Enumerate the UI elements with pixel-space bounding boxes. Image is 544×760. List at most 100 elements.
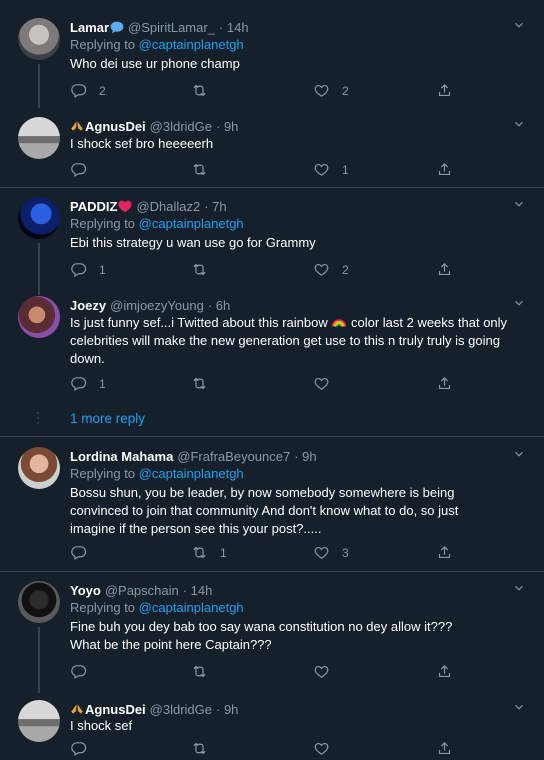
heart-icon <box>313 663 330 680</box>
reply-button[interactable] <box>70 740 99 757</box>
heart-icon <box>313 161 330 178</box>
retweet-button[interactable] <box>191 261 220 278</box>
handle[interactable]: @3ldridGe <box>150 702 212 717</box>
like-button[interactable] <box>313 740 342 757</box>
thread-dots <box>36 409 40 427</box>
display-name[interactable]: Joezy <box>70 298 106 313</box>
retweet-button[interactable] <box>191 375 220 392</box>
timestamp[interactable]: · 14h <box>219 20 249 35</box>
reply-button[interactable] <box>70 663 99 680</box>
share-button[interactable] <box>436 663 453 680</box>
display-name[interactable]: AgnusDei <box>85 119 146 134</box>
retweet-button[interactable] <box>191 663 220 680</box>
handle[interactable]: @Papschain <box>105 583 179 598</box>
tweet-paddiz[interactable]: PADDIZ @Dhallaz2 · 7h Replying to @capta… <box>0 197 544 281</box>
avatar[interactable] <box>18 296 60 338</box>
divider <box>0 187 544 188</box>
share-icon <box>436 161 453 178</box>
chevron-down-icon[interactable] <box>512 447 526 461</box>
tweet-actions <box>70 740 524 758</box>
avatar[interactable] <box>18 447 60 489</box>
timestamp[interactable]: · 9h <box>216 702 238 717</box>
share-button[interactable] <box>436 740 453 757</box>
retweet-icon <box>191 82 208 99</box>
avatar[interactable] <box>18 197 60 239</box>
handle[interactable]: @FrafraBeyounce7 <box>177 449 290 464</box>
timestamp[interactable]: · 14h <box>183 583 213 598</box>
like-button[interactable]: 3 <box>313 544 349 561</box>
avatar[interactable] <box>18 117 60 159</box>
avatar[interactable] <box>18 700 60 742</box>
retweet-button[interactable] <box>191 740 220 757</box>
tweet-header: AgnusDei @3ldridGe · 9h <box>70 700 504 718</box>
mention-link[interactable]: @captainplanetgh <box>139 600 244 615</box>
handle[interactable]: @Dhallaz2 <box>136 199 200 214</box>
avatar[interactable] <box>18 18 60 60</box>
share-button[interactable] <box>436 82 453 99</box>
like-button[interactable]: 2 <box>313 261 349 278</box>
retweet-button[interactable] <box>191 161 220 178</box>
like-button[interactable]: 1 <box>313 161 349 178</box>
tweet-actions <box>70 663 524 681</box>
share-button[interactable] <box>436 375 453 392</box>
chevron-down-icon[interactable] <box>512 296 526 310</box>
handle[interactable]: @imjoezyYoung <box>110 298 204 313</box>
reply-icon <box>70 82 87 99</box>
tweet-lordina-mahama[interactable]: Lordina Mahama @FrafraBeyounce7 · 9h Rep… <box>0 447 544 565</box>
reply-button[interactable]: 2 <box>70 82 106 99</box>
tweet-header: Yoyo @Papschain · 14h <box>70 581 504 599</box>
chevron-down-icon[interactable] <box>512 117 526 131</box>
share-icon <box>436 82 453 99</box>
like-button[interactable] <box>313 375 342 392</box>
avatar[interactable] <box>18 581 60 623</box>
reply-button[interactable]: 1 <box>70 261 106 278</box>
chevron-down-icon[interactable] <box>512 197 526 211</box>
retweet-button[interactable]: 1 <box>191 544 227 561</box>
show-more-replies-link[interactable]: 1 more reply <box>70 411 145 426</box>
tweet-text: Ebi this strategy u wan use go for Gramm… <box>70 235 316 250</box>
mention-link[interactable]: @captainplanetgh <box>139 216 244 231</box>
tweet-text: I shock sef bro heeeeerh <box>70 136 214 151</box>
like-button[interactable] <box>313 663 342 680</box>
praying-hands-icon <box>70 120 84 132</box>
like-button[interactable]: 2 <box>313 82 349 99</box>
timestamp[interactable]: · 9h <box>294 449 316 464</box>
heart-icon <box>313 740 330 757</box>
display-name[interactable]: AgnusDei <box>85 702 146 717</box>
display-name[interactable]: Yoyo <box>70 583 101 598</box>
retweet-icon <box>191 663 208 680</box>
mention-link[interactable]: @captainplanetgh <box>139 37 244 52</box>
display-name[interactable]: PADDIZ <box>70 199 117 214</box>
reply-button[interactable] <box>70 544 99 561</box>
chevron-down-icon[interactable] <box>512 700 526 714</box>
reply-icon <box>70 375 87 392</box>
retweet-icon <box>191 740 208 757</box>
tweet-agnusdei[interactable]: AgnusDei @3ldridGe · 9h I shock sef bro … <box>0 117 544 177</box>
share-button[interactable] <box>436 261 453 278</box>
chevron-down-icon[interactable] <box>512 581 526 595</box>
tweet-yoyo[interactable]: Yoyo @Papschain · 14h Replying to @capta… <box>0 581 544 681</box>
replying-to: Replying to @captainplanetgh <box>70 216 244 231</box>
timestamp[interactable]: · 7h <box>204 199 226 214</box>
mention-link[interactable]: @captainplanetgh <box>139 466 244 481</box>
reply-button[interactable] <box>70 161 99 178</box>
timestamp[interactable]: · 6h <box>208 298 230 313</box>
retweet-button[interactable] <box>191 82 220 99</box>
reply-icon <box>70 161 87 178</box>
tweet-lamar[interactable]: Lamar @SpiritLamar_ · 14h Replying to @c… <box>0 18 544 104</box>
display-name[interactable]: Lamar <box>70 20 109 35</box>
chevron-down-icon[interactable] <box>512 18 526 32</box>
display-name[interactable]: Lordina Mahama <box>70 449 173 464</box>
handle[interactable]: @SpiritLamar_ <box>128 20 215 35</box>
thread-line <box>38 64 40 108</box>
reply-button[interactable]: 1 <box>70 375 106 392</box>
share-button[interactable] <box>436 161 453 178</box>
tweet-joezy[interactable]: Joezy @imjoezyYoung · 6h Is just funny s… <box>0 296 544 394</box>
tweet-header: PADDIZ @Dhallaz2 · 7h <box>70 197 504 215</box>
tweet-agnusdei-2[interactable]: AgnusDei @3ldridGe · 9h I shock sef <box>0 700 544 760</box>
share-icon <box>436 663 453 680</box>
divider <box>0 571 544 572</box>
handle[interactable]: @3ldridGe <box>150 119 212 134</box>
share-button[interactable] <box>436 544 453 561</box>
timestamp[interactable]: · 9h <box>216 119 238 134</box>
